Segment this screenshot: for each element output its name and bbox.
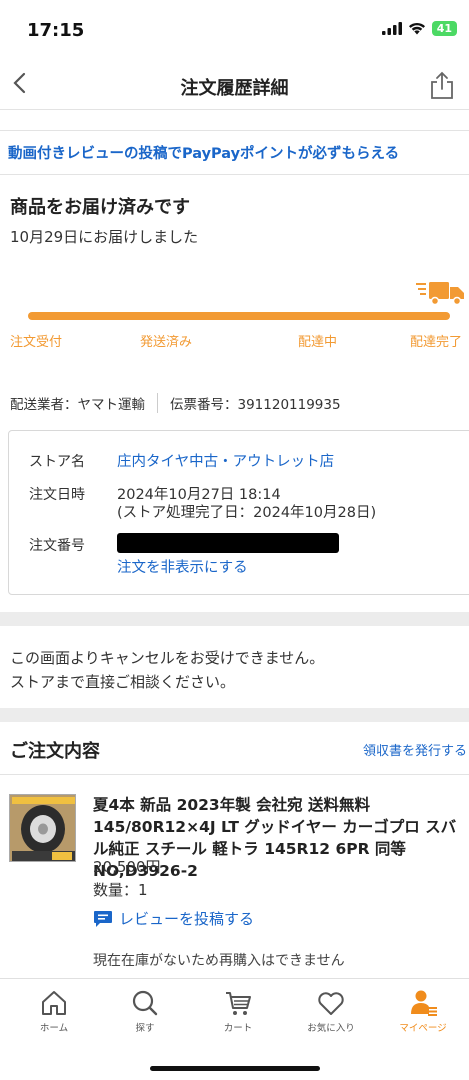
order-info-box: ストア名 庄内タイヤ中古・アウトレット店 注文日時 2024年10月27日 18…: [8, 430, 469, 595]
cancel-notice-line-2: ストアまで直接ご相談ください。: [10, 673, 236, 691]
order-contents-header: ご注文内容 領収書を発行する: [0, 722, 469, 775]
delivery-progress-bar: [28, 312, 450, 320]
cart-icon: [226, 992, 251, 1015]
post-review-label: レビューを投稿する: [119, 910, 255, 928]
tab-cart-label: カート: [223, 1023, 253, 1034]
product-price: 20,500円: [93, 858, 161, 876]
store-name-link[interactable]: 庄内タイヤ中古・アウトレット店: [117, 450, 334, 471]
home-indicator: [150, 1066, 320, 1071]
status-time: 17:15: [27, 20, 85, 41]
product-thumbnail[interactable]: [9, 794, 76, 862]
tab-search[interactable]: 探す: [110, 989, 180, 1034]
cancel-notice: この画面よりキャンセルをお受けできません。 ストアまで直接ご相談ください。: [10, 646, 324, 694]
tab-favorites[interactable]: お気に入り: [296, 989, 366, 1034]
bottom-tab-bar: ホーム 探す カート お気に入り マイページ: [0, 978, 469, 1080]
processed-date: (ストア処理完了日：2024年10月28日): [117, 505, 377, 521]
cancel-notice-line-1: この画面よりキャンセルをお受けできません。: [10, 649, 325, 667]
wifi-icon: [408, 22, 425, 35]
tab-favorites-label: お気に入り: [307, 1023, 355, 1034]
order-contents-title: ご注文内容: [10, 741, 100, 762]
step-delivered: 配達完了: [410, 335, 463, 350]
page-title: 注文履歴詳細: [180, 78, 289, 99]
heart-icon: [318, 992, 344, 1015]
nav-bar: 注文履歴詳細: [0, 62, 469, 110]
user-icon: [411, 990, 437, 1016]
tire-image: [10, 795, 75, 861]
out-of-stock-note: 現在在庫がないため再購入はできません: [93, 953, 345, 969]
search-icon: [132, 990, 158, 1016]
product-quantity: 数量：1: [93, 881, 148, 899]
signal-icon: [381, 22, 402, 35]
carrier-name: 配送業者：ヤマト運輸: [10, 397, 145, 413]
share-icon: [431, 71, 453, 99]
review-icon: [94, 910, 112, 927]
promo-banner[interactable]: 動画付きレビューの投稿でPayPayポイントが必ずもらえる: [0, 130, 469, 175]
step-in-delivery: 配達中: [298, 335, 338, 350]
tab-mypage-label: マイページ: [399, 1023, 447, 1034]
redacted-order-number: [117, 533, 339, 553]
section-divider: [0, 612, 469, 626]
status-bar: 17:15 41: [0, 0, 469, 62]
tab-search-label: 探す: [135, 1023, 155, 1034]
tracking-number: 伝票番号：391120119935: [170, 397, 341, 413]
battery-indicator: 41: [431, 21, 457, 36]
step-shipped: 発送済み: [140, 335, 193, 350]
divider: [157, 393, 158, 413]
delivery-status-title: 商品をお届け済みです: [10, 197, 190, 218]
tab-cart[interactable]: カート: [203, 989, 273, 1034]
share-button[interactable]: [429, 70, 459, 102]
order-date-label: 注文日時: [29, 487, 85, 503]
carrier-info: 配送業者：ヤマト運輸 伝票番号：391120119935: [10, 393, 341, 413]
home-icon: [42, 991, 66, 1015]
tab-home-label: ホーム: [39, 1023, 69, 1034]
promo-link[interactable]: 動画付きレビューの投稿でPayPayポイントが必ずもらえる: [8, 146, 399, 162]
store-label: ストア名: [29, 454, 85, 470]
order-number-label: 注文番号: [29, 538, 85, 554]
truck-icon: [416, 282, 464, 306]
post-review-link[interactable]: レビューを投稿する: [93, 908, 254, 929]
issue-receipt-link[interactable]: 領収書を発行する: [363, 740, 467, 759]
delivery-date: 10月29日にお届けしました: [10, 228, 199, 246]
hide-order-link[interactable]: 注文を非表示にする: [117, 556, 248, 577]
step-order-received: 注文受付: [10, 335, 63, 350]
tab-home[interactable]: ホーム: [19, 989, 89, 1034]
section-divider: [0, 708, 469, 722]
status-icons: 41: [381, 21, 457, 36]
tab-mypage[interactable]: マイページ: [388, 989, 458, 1034]
